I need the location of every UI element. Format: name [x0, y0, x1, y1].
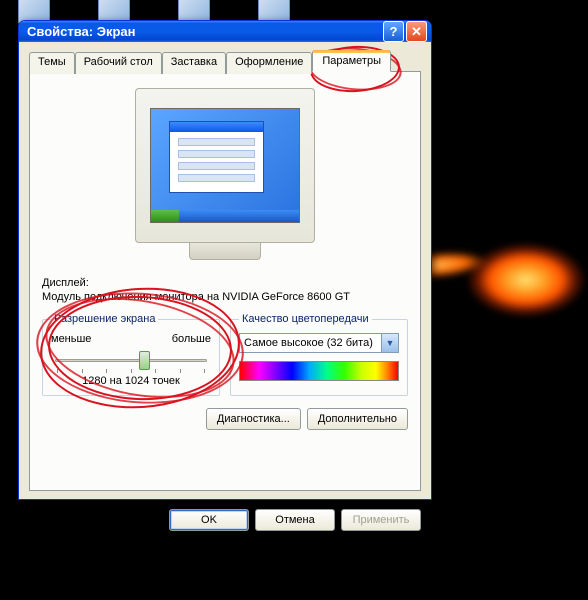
- display-device-text: Модуль подключения монитора на NVIDIA Ge…: [42, 291, 408, 303]
- tab-appearance[interactable]: Оформление: [226, 52, 312, 74]
- color-quality-combo[interactable]: Самое высокое (32 бита) ▼: [239, 333, 399, 353]
- troubleshoot-button[interactable]: Диагностика...: [206, 408, 301, 430]
- resolution-min-label: меньше: [51, 333, 91, 345]
- resolution-slider-thumb[interactable]: [139, 351, 150, 370]
- quality-legend: Качество цветопередачи: [239, 313, 372, 325]
- tabstrip: Темы Рабочий стол Заставка Оформление Па…: [29, 50, 421, 72]
- resolution-legend: Разрешение экрана: [51, 313, 158, 325]
- color-quality-selected: Самое высокое (32 бита): [240, 337, 381, 349]
- tab-themes[interactable]: Темы: [29, 52, 75, 74]
- cancel-button[interactable]: Отмена: [255, 509, 335, 531]
- tab-settings[interactable]: Параметры: [312, 50, 391, 72]
- group-color-quality: Качество цветопередачи Самое высокое (32…: [230, 313, 408, 396]
- display-properties-dialog: Свойства: Экран ? ✕ Темы Рабочий стол За…: [18, 20, 432, 500]
- tab-panel-settings: Дисплей: Модуль подключения монитора на …: [29, 71, 421, 491]
- apply-button: Применить: [341, 509, 421, 531]
- background-flame: [418, 200, 588, 360]
- titlebar[interactable]: Свойства: Экран ? ✕: [19, 21, 431, 42]
- advanced-button[interactable]: Дополнительно: [307, 408, 408, 430]
- color-spectrum: [239, 361, 399, 381]
- resolution-value: 1280 на 1024 точек: [51, 375, 211, 387]
- display-label: Дисплей:: [42, 277, 408, 289]
- close-button[interactable]: ✕: [406, 21, 427, 42]
- chevron-down-icon[interactable]: ▼: [381, 334, 398, 352]
- dialog-button-row: OK Отмена Применить: [19, 501, 431, 541]
- help-button[interactable]: ?: [383, 21, 404, 42]
- resolution-slider[interactable]: [53, 349, 209, 371]
- tab-screensaver[interactable]: Заставка: [162, 52, 226, 74]
- ok-button[interactable]: OK: [169, 509, 249, 531]
- monitor-preview: [42, 88, 408, 243]
- window-title: Свойства: Экран: [27, 24, 381, 39]
- tab-desktop[interactable]: Рабочий стол: [75, 52, 162, 74]
- resolution-max-label: больше: [172, 333, 211, 345]
- group-resolution: Разрешение экрана меньше больше 1280 на …: [42, 313, 220, 396]
